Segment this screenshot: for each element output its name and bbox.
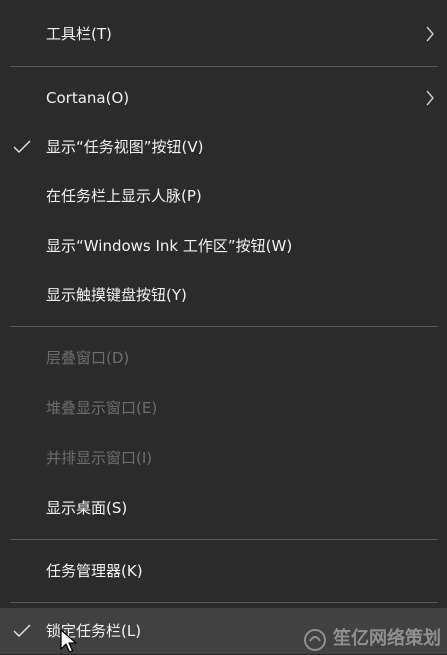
menu-item-show-touch-keyboard-button[interactable]: 显示触摸键盘按钮(Y) (0, 271, 447, 319)
menu-item-toolbars[interactable]: 工具栏(T) (0, 10, 447, 58)
taskbar-context-menu: 工具栏(T) Cortana(O) 显示“任务视图”按钮(V) 在任务栏上显示人… (0, 0, 447, 654)
menu-separator (10, 602, 438, 603)
menu-item-label: 显示桌面(S) (46, 499, 128, 517)
watermark-logo-icon (304, 629, 326, 651)
menu-item-side-by-side-windows: 并排显示窗口(I) (0, 434, 447, 482)
watermark-text: 笙亿网络策划 (333, 628, 441, 649)
menu-item-show-desktop[interactable]: 显示桌面(S) (0, 484, 447, 532)
chevron-right-icon (426, 26, 434, 42)
menu-separator (10, 66, 438, 67)
checkmark-icon (13, 624, 31, 637)
menu-item-label: 显示触摸键盘按钮(Y) (46, 286, 187, 304)
menu-separator (10, 326, 438, 327)
menu-item-task-manager[interactable]: 任务管理器(K) (0, 547, 447, 595)
menu-item-stack-windows: 堆叠显示窗口(E) (0, 384, 447, 432)
menu-item-cascade-windows: 层叠窗口(D) (0, 334, 447, 382)
menu-item-label: 显示“Windows Ink 工作区”按钮(W) (46, 237, 293, 255)
menu-item-show-people[interactable]: 在任务栏上显示人脉(P) (0, 172, 447, 220)
menu-item-label: 显示“任务视图”按钮(V) (46, 138, 204, 156)
chevron-right-icon (426, 90, 434, 106)
menu-item-label: 在任务栏上显示人脉(P) (46, 187, 202, 205)
menu-item-label: 层叠窗口(D) (46, 349, 130, 367)
menu-separator (10, 539, 438, 540)
menu-item-label: 工具栏(T) (46, 25, 112, 43)
menu-item-label: 堆叠显示窗口(E) (46, 399, 158, 417)
menu-item-cortana[interactable]: Cortana(O) (0, 74, 447, 122)
mouse-pointer-icon (60, 629, 77, 653)
menu-item-show-windows-ink-button[interactable]: 显示“Windows Ink 工作区”按钮(W) (0, 222, 447, 270)
menu-item-label: 任务管理器(K) (46, 562, 143, 580)
checkmark-icon (13, 140, 31, 153)
menu-item-show-task-view-button[interactable]: 显示“任务视图”按钮(V) (0, 123, 447, 171)
menu-item-label: Cortana(O) (46, 89, 130, 107)
menu-item-label: 并排显示窗口(I) (46, 449, 153, 467)
